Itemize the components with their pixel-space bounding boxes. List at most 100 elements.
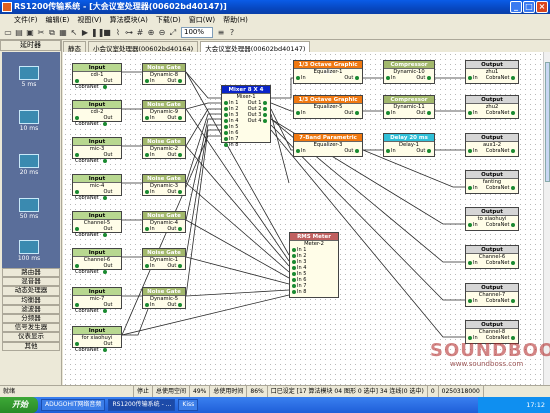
category-meter[interactable]: 仪表显示 <box>2 332 60 342</box>
delay-50ms-item[interactable]: 50 ms <box>16 198 42 220</box>
menu-algorithm[interactable]: 算法模块(A) <box>106 15 152 25</box>
taskbar-item-audio[interactable]: ADUGOHIT网络音频 <box>41 399 106 411</box>
port-cobranet[interactable]: CobraNet <box>75 226 103 238</box>
port-in[interactable]: In <box>468 222 478 228</box>
output-block[interactable]: Output to xiaohuyi In CobraNet <box>465 207 519 231</box>
grid-icon[interactable]: # <box>135 28 145 38</box>
graphic-eq-block[interactable]: 1/3 Octave Graphic EQ Equalizer-1 In Out <box>293 60 363 84</box>
port-out[interactable]: Out <box>103 152 119 164</box>
scroll-thumb[interactable] <box>545 62 550 182</box>
port-out[interactable]: Out <box>103 115 119 127</box>
port-in[interactable]: In <box>468 260 478 266</box>
paste-icon[interactable]: ▦ <box>58 28 68 38</box>
category-filter[interactable]: 滤波器 <box>2 304 60 314</box>
category-dynamics[interactable]: 动态处理器 <box>2 286 60 296</box>
compressor-block[interactable]: Compressor Dynamic-11 In Out <box>383 95 435 119</box>
run-icon[interactable]: ▶ <box>80 28 90 38</box>
port-out[interactable]: Out <box>167 152 183 158</box>
help-icon[interactable]: ? <box>227 28 237 38</box>
category-router[interactable]: 路由器 <box>2 268 60 278</box>
port-cobranet[interactable]: CobraNet <box>75 152 103 164</box>
input-block[interactable]: Input Channel-6 CobraNet Out <box>72 248 122 275</box>
port-cobranet[interactable]: CobraNet <box>486 110 516 116</box>
menu-help[interactable]: 帮助(H) <box>219 15 252 25</box>
port-in[interactable]: In <box>145 302 155 308</box>
port-in[interactable]: In <box>296 110 306 116</box>
delay-block[interactable]: Delay 20 ms Delay-1 In Out <box>383 133 435 157</box>
port-in[interactable]: In <box>468 298 478 304</box>
noise-gate-block[interactable]: Noise Gate Dynamic-5 In Out <box>142 287 186 309</box>
new-icon[interactable]: ▭ <box>3 28 13 38</box>
category-other[interactable]: 其他 <box>2 341 60 351</box>
maximize-button[interactable]: □ <box>523 1 535 13</box>
port-in[interactable]: In <box>468 75 478 81</box>
link-icon[interactable]: ⊶ <box>124 28 134 38</box>
noise-gate-block[interactable]: Noise Gate Dynamic-2 In Out <box>142 137 186 159</box>
port-cobranet[interactable]: CobraNet <box>486 148 516 154</box>
port-cobranet[interactable]: CobraNet <box>75 78 103 90</box>
compressor-block[interactable]: Compressor Dynamic-10 In Out <box>383 60 435 84</box>
port-out[interactable]: Out <box>167 115 183 121</box>
menu-edit[interactable]: 编辑(E) <box>42 15 74 25</box>
window-title-bar[interactable]: RS1200传输系统 - [大会议室处理器(00602bd40147)] _ □… <box>0 0 550 14</box>
port-in[interactable]: In 8 <box>224 142 238 148</box>
graphic-eq-block[interactable]: 1/3 Octave Graphic EQ Equalizer-5 In Out <box>293 95 363 119</box>
tab-large-room[interactable]: 大会议室处理器(00602bd40147) <box>200 41 311 53</box>
save-icon[interactable]: ▣ <box>25 28 35 38</box>
noise-gate-block[interactable]: Noise Gate Dynamic-9 In Out <box>142 100 186 122</box>
copy-icon[interactable]: ⧉ <box>47 28 57 38</box>
noise-gate-block[interactable]: Noise Gate Dynamic-1 In Out <box>142 248 186 270</box>
port-in[interactable]: In <box>145 152 155 158</box>
output-block[interactable]: Output zhu2 In CobraNet <box>465 95 519 119</box>
port-out[interactable]: Out <box>103 263 119 275</box>
port-in[interactable]: In <box>468 110 478 116</box>
output-block[interactable]: Output aux1-2 In CobraNet <box>465 133 519 157</box>
menu-download[interactable]: 下载(D) <box>152 15 185 25</box>
port-in[interactable]: In <box>145 78 155 84</box>
port-cobranet[interactable]: CobraNet <box>75 341 103 353</box>
port-out[interactable]: Out <box>416 75 432 81</box>
output-block[interactable]: Output Channel-6 In CobraNet <box>465 245 519 269</box>
stop-icon[interactable]: ■ <box>102 28 112 38</box>
output-block[interactable]: Output Channel-7 In CobraNet <box>465 283 519 307</box>
rms-meter-block[interactable]: RMS Meter Meter-2 In 1 In 2 In 3 In 4 In… <box>289 232 339 298</box>
noise-gate-block[interactable]: Noise Gate Dynamic-8 In Out <box>142 63 186 85</box>
noise-gate-block[interactable]: Noise Gate Dynamic-3 In Out <box>142 174 186 196</box>
zoom-in-icon[interactable]: ⊕ <box>146 28 156 38</box>
port-in[interactable]: In <box>145 189 155 195</box>
port-cobranet[interactable]: CobraNet <box>486 75 516 81</box>
menu-view[interactable]: 视图(V) <box>73 15 105 25</box>
input-block[interactable]: Input Channel-5 CobraNet Out <box>72 211 122 238</box>
open-icon[interactable]: ▤ <box>14 28 24 38</box>
port-in[interactable]: In <box>145 115 155 121</box>
port-in[interactable]: In <box>296 75 306 81</box>
port-in[interactable]: In <box>468 148 478 154</box>
delay-5ms-item[interactable]: 5 ms <box>16 66 42 88</box>
pause-icon[interactable]: ❚❚ <box>91 28 104 38</box>
category-signal-generator[interactable]: 信号发生器 <box>2 323 60 333</box>
port-in[interactable]: In <box>386 110 396 116</box>
category-crossover[interactable]: 分频器 <box>2 313 60 324</box>
input-block[interactable]: Input mic-3 CobraNet Out <box>72 137 122 164</box>
port-in[interactable]: In <box>468 185 478 191</box>
output-block[interactable]: Output fanting In CobraNet <box>465 170 519 194</box>
input-block[interactable]: Input cdi-1 CobraNet Out <box>72 63 122 90</box>
fit-icon[interactable]: ⤢ <box>168 28 178 38</box>
port-out[interactable]: Out <box>103 341 119 353</box>
port-out[interactable]: Out <box>167 263 183 269</box>
category-mixer[interactable]: 混音器 <box>2 277 60 287</box>
port-out[interactable]: Out <box>167 78 183 84</box>
input-block[interactable]: Input for xiaohuyi CobraNet Out <box>72 326 122 353</box>
input-block[interactable]: Input cdi-2 CobraNet Out <box>72 100 122 127</box>
tab-static[interactable]: 静态 <box>63 41 86 53</box>
align-icon[interactable]: ≡ <box>216 28 226 38</box>
noise-gate-block[interactable]: Noise Gate Dynamic-4 In Out <box>142 211 186 233</box>
taskbar-item-kiss[interactable]: Kiss <box>178 399 199 411</box>
menu-window[interactable]: 窗口(W) <box>185 15 219 25</box>
parametric-eq-block[interactable]: 7-Band Parametric EQ Equalizer-3 In Out <box>293 133 363 157</box>
port-in[interactable]: In <box>386 148 396 154</box>
minimize-button[interactable]: _ <box>510 1 522 13</box>
port-out[interactable]: Out <box>103 226 119 238</box>
port-in[interactable]: In 8 <box>292 289 306 295</box>
port-out[interactable]: Out <box>167 302 183 308</box>
